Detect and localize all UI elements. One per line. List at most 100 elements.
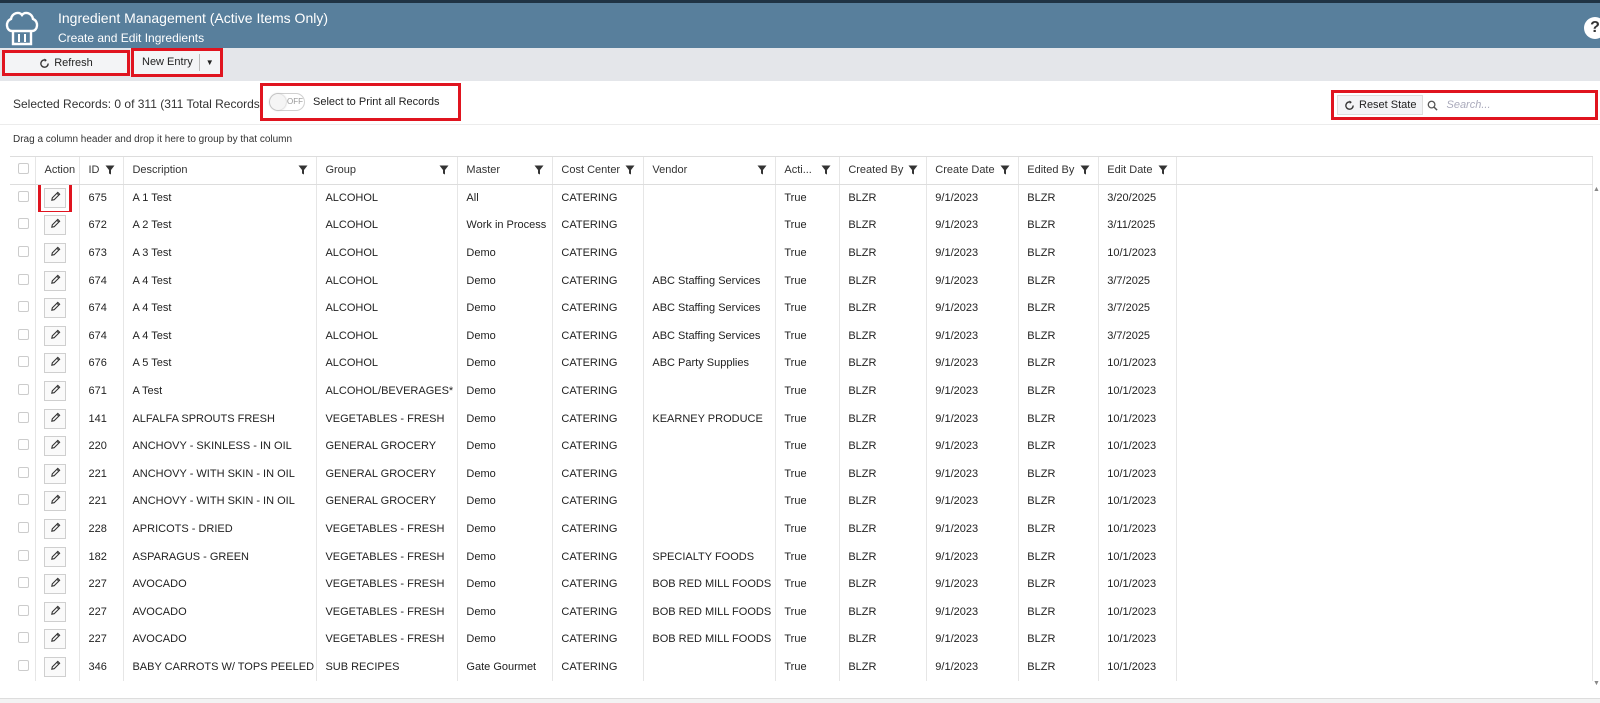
table-row[interactable]: 220 ANCHOVY - SKINLESS - IN OIL GENERAL GR… <box>10 432 1593 460</box>
row-checkbox[interactable] <box>18 383 29 395</box>
column-header[interactable]: Edited By <box>1018 157 1100 185</box>
column-header[interactable]: Action <box>35 157 81 185</box>
app-header: Ingredient Management (Active Items Only… <box>0 0 1600 48</box>
column-header[interactable]: ID <box>79 157 125 185</box>
table-row[interactable]: 227 AVOCADO VEGETABLES - FRESH Demo CATERING… <box>10 570 1593 598</box>
group-by-panel[interactable]: Drag a column header and drop it here to… <box>13 134 292 145</box>
row-checkbox[interactable] <box>18 191 29 203</box>
table-row[interactable]: 674 A 4 Test ALCOHOL Demo CATERING ABC Staffi… <box>10 266 1593 295</box>
new-entry-button[interactable]: New Entry <box>134 54 200 71</box>
filter-icon[interactable] <box>105 165 115 175</box>
edit-button[interactable] <box>44 380 67 401</box>
edit-button[interactable] <box>44 656 67 677</box>
action-cell <box>35 211 81 240</box>
table-row[interactable]: 673 A 3 Test ALCOHOL Demo CATERING True BLZR 9/… <box>10 239 1593 267</box>
table-row[interactable]: 228 APRICOTS - DRIED VEGETABLES - FRESH Dem… <box>10 515 1593 543</box>
column-header[interactable]: Group <box>316 157 459 185</box>
table-row[interactable]: 221 ANCHOVY - WITH SKIN - IN OIL GENERAL G… <box>10 487 1593 516</box>
column-header[interactable]: Master <box>457 157 554 185</box>
table-row[interactable]: 346 BABY CARROTS W/ TOPS PEELED SUB RECIPE… <box>10 653 1593 681</box>
filter-icon[interactable] <box>439 165 449 175</box>
table-cell: CATERING <box>552 653 645 681</box>
column-header[interactable]: Description <box>123 157 318 185</box>
table-cell: 9/1/2023 <box>926 404 1020 433</box>
column-header[interactable]: Vendor <box>643 157 777 185</box>
help-icon[interactable]: ? <box>1584 17 1600 39</box>
column-header[interactable]: Edit Date <box>1098 157 1178 185</box>
edit-button[interactable] <box>44 463 67 484</box>
filter-icon[interactable] <box>534 165 544 175</box>
column-header[interactable]: Create Date <box>926 157 1020 185</box>
filter-icon[interactable] <box>908 165 918 175</box>
edit-button[interactable] <box>44 546 67 567</box>
select-all-checkbox[interactable] <box>18 163 29 175</box>
print-all-toggle[interactable]: OFF <box>269 93 305 111</box>
search-input[interactable] <box>1446 99 1587 111</box>
filter-icon[interactable] <box>1158 165 1168 175</box>
table-row[interactable]: 675 A 1 Test ALCOHOL All CATERING True BLZR 9/1… <box>10 184 1593 212</box>
row-checkbox[interactable] <box>18 356 29 368</box>
edit-button[interactable] <box>44 298 67 319</box>
edit-button[interactable] <box>44 601 67 622</box>
filter-icon[interactable] <box>298 165 308 175</box>
edit-button[interactable] <box>44 353 67 374</box>
edit-button[interactable] <box>44 270 67 291</box>
table-row[interactable]: 672 A 2 Test ALCOHOL Work in Process CATERIN… <box>10 211 1593 240</box>
row-checkbox[interactable] <box>18 218 29 230</box>
edit-button[interactable] <box>44 215 67 236</box>
new-entry-split-button[interactable]: New Entry ▼ <box>131 48 223 77</box>
filter-icon[interactable] <box>757 165 767 175</box>
row-checkbox[interactable] <box>18 466 29 478</box>
edit-button[interactable] <box>44 491 67 512</box>
edit-button[interactable] <box>44 629 67 650</box>
table-row[interactable]: 221 ANCHOVY - WITH SKIN - IN OIL GENERAL G… <box>10 459 1593 488</box>
row-checkbox[interactable] <box>18 411 29 423</box>
filter-icon[interactable] <box>821 165 831 175</box>
row-checkbox[interactable] <box>18 494 29 506</box>
edit-button[interactable] <box>44 242 67 263</box>
column-header[interactable]: Created By <box>839 157 928 185</box>
row-checkbox[interactable] <box>18 659 29 671</box>
table-row[interactable]: 671 A Test ALCOHOL/BEVERAGES* Demo CATERING T… <box>10 377 1593 405</box>
row-checkbox[interactable] <box>18 577 29 589</box>
edit-button[interactable] <box>44 574 67 595</box>
row-checkbox[interactable] <box>18 245 29 257</box>
table-cell <box>643 653 777 681</box>
table-row[interactable]: 227 AVOCADO VEGETABLES - FRESH Demo CATERING… <box>10 597 1593 626</box>
filter-icon[interactable] <box>625 165 635 175</box>
filler-cell <box>1176 321 1593 350</box>
filter-icon[interactable] <box>1000 165 1010 175</box>
row-checkbox[interactable] <box>18 273 29 285</box>
row-checkbox[interactable] <box>18 301 29 313</box>
table-row[interactable]: 674 A 4 Test ALCOHOL Demo CATERING ABC Staffi… <box>10 294 1593 322</box>
row-checkbox[interactable] <box>18 604 29 616</box>
pencil-icon <box>50 577 61 591</box>
row-checkbox[interactable] <box>18 549 29 561</box>
table-row[interactable]: 141 ALFALFA SPROUTS FRESH VEGETABLES - FRE… <box>10 404 1593 433</box>
row-checkbox[interactable] <box>18 328 29 340</box>
column-header[interactable]: Cost Center <box>552 157 645 185</box>
scroll-down-icon[interactable]: ▼ <box>1593 680 1600 687</box>
edit-button[interactable] <box>44 408 67 429</box>
row-checkbox[interactable] <box>18 632 29 644</box>
filler-cell <box>1176 570 1593 598</box>
row-checkbox[interactable] <box>18 521 29 533</box>
reset-state-button[interactable]: Reset State <box>1337 95 1424 115</box>
chevron-down-icon[interactable]: ▼ <box>200 58 214 67</box>
filter-icon[interactable] <box>1080 165 1090 175</box>
column-header[interactable]: Acti... <box>775 157 841 185</box>
edit-button[interactable] <box>44 518 67 539</box>
edit-button[interactable] <box>38 184 73 212</box>
table-cell: 221 <box>79 459 125 488</box>
table-row[interactable]: 227 AVOCADO VEGETABLES - FRESH Demo CATERING… <box>10 625 1593 654</box>
edit-button[interactable] <box>44 436 67 457</box>
scroll-up-icon[interactable]: ▲ <box>1593 186 1600 193</box>
table-row[interactable]: 182 ASPARAGUS - GREEN VEGETABLES - FRESH De… <box>10 542 1593 571</box>
table-row[interactable]: 676 A 5 Test ALCOHOL Demo CATERING ABC Party … <box>10 349 1593 378</box>
table-cell: GENERAL GROCERY <box>316 487 459 516</box>
action-cell <box>35 570 81 598</box>
refresh-button[interactable]: Refresh <box>2 50 130 76</box>
row-checkbox[interactable] <box>18 439 29 451</box>
table-row[interactable]: 674 A 4 Test ALCOHOL Demo CATERING ABC Staffi… <box>10 321 1593 350</box>
edit-button[interactable] <box>44 325 67 346</box>
